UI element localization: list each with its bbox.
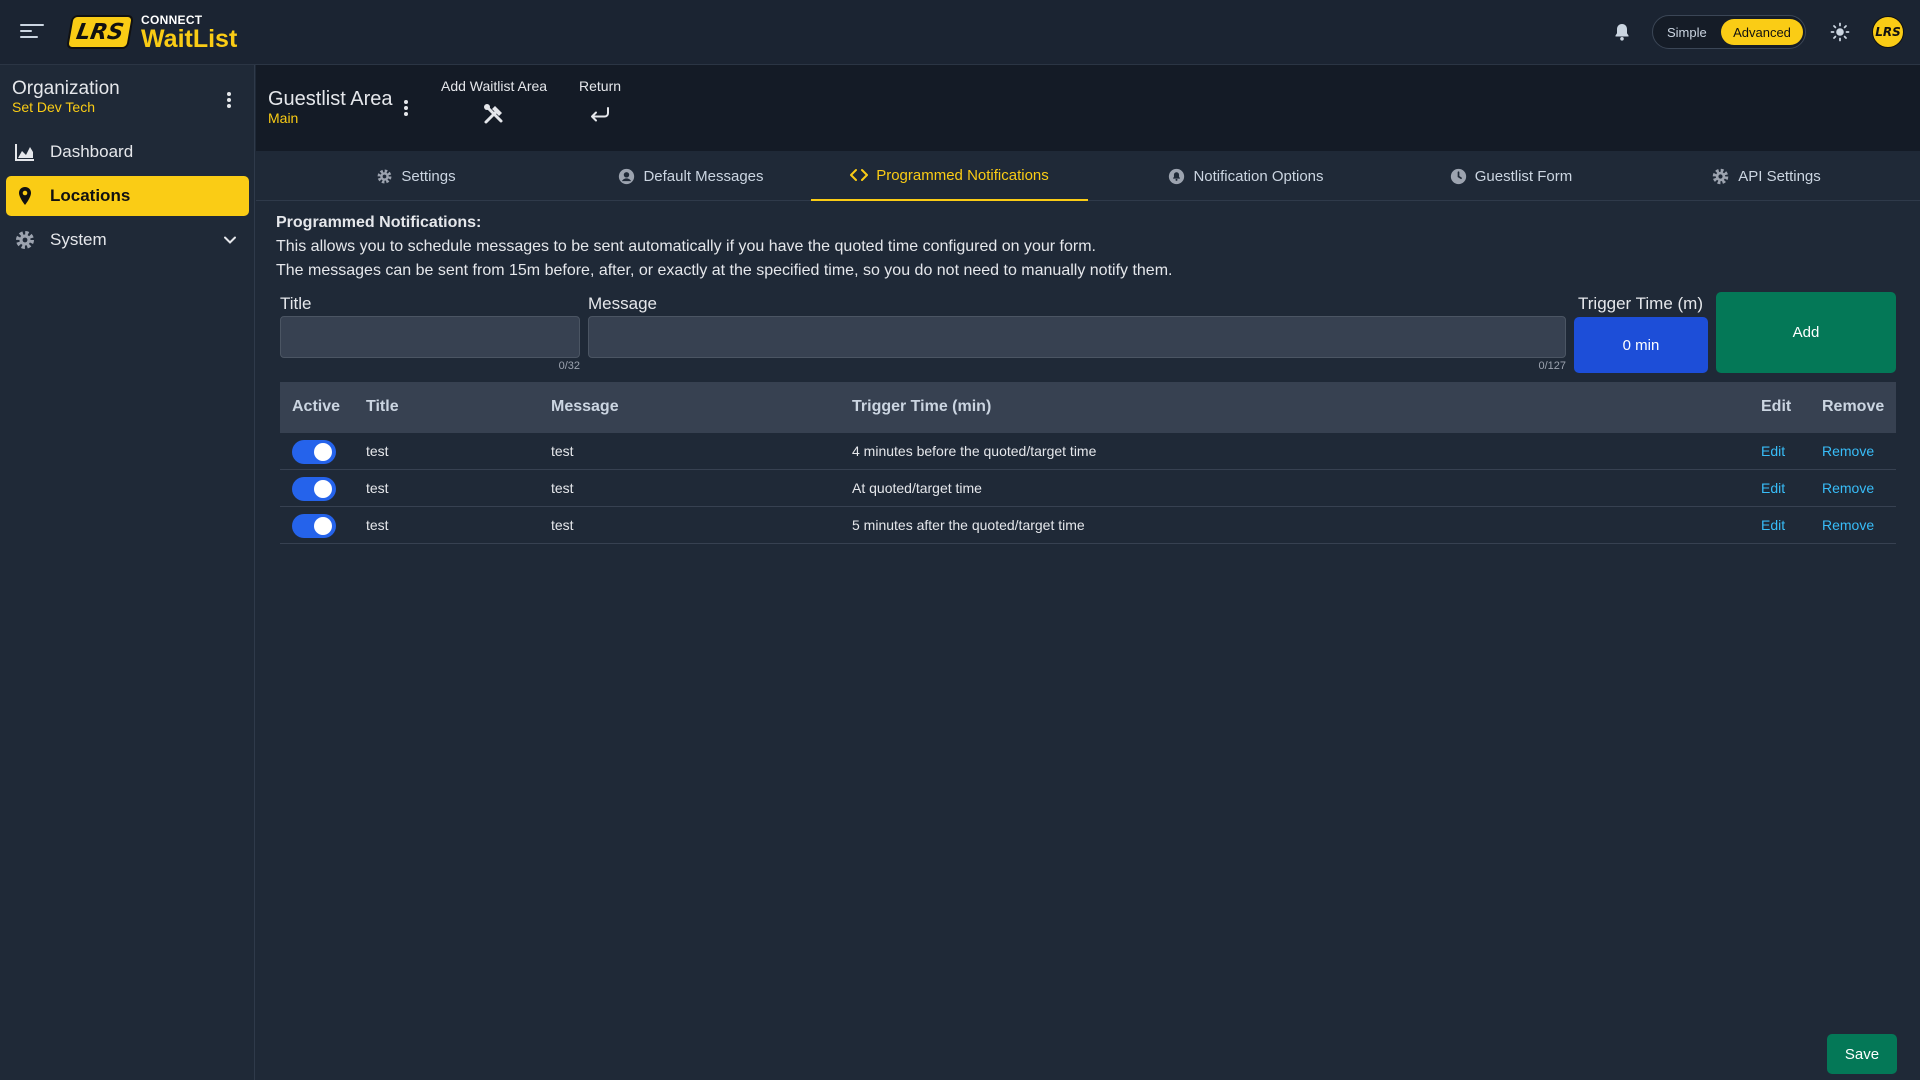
tab-label: Default Messages bbox=[643, 167, 764, 185]
title-label: Title bbox=[280, 294, 312, 313]
sidebar-item-dashboard[interactable]: Dashboard bbox=[6, 132, 249, 172]
active-toggle[interactable] bbox=[292, 440, 336, 464]
remove-link[interactable]: Remove bbox=[1822, 517, 1874, 533]
intro-line-1: This allows you to schedule messages to … bbox=[276, 238, 1096, 255]
save-button[interactable]: Save bbox=[1827, 1034, 1897, 1074]
table-header: Active Title Message Trigger Time (min) … bbox=[280, 382, 1896, 433]
table-row: test test 4 minutes before the quoted/ta… bbox=[280, 433, 1896, 470]
row-title: test bbox=[366, 517, 389, 533]
tab-default-messages[interactable]: Default Messages bbox=[566, 151, 816, 201]
row-title: test bbox=[366, 443, 389, 459]
active-toggle[interactable] bbox=[292, 514, 336, 538]
edit-link[interactable]: Edit bbox=[1761, 443, 1785, 459]
tab-notification-options[interactable]: Notification Options bbox=[1121, 151, 1371, 201]
notifications-table: Active Title Message Trigger Time (min) … bbox=[280, 382, 1896, 544]
area-subtitle: Main bbox=[268, 110, 299, 126]
area-title: Guestlist Area bbox=[268, 88, 393, 110]
avatar-text: LRS bbox=[1875, 25, 1901, 39]
row-message: test bbox=[551, 480, 574, 496]
message-label: Message bbox=[588, 294, 657, 313]
org-title: Organization bbox=[12, 78, 120, 99]
hamburger-menu-icon[interactable] bbox=[20, 20, 44, 44]
add-button[interactable]: Add bbox=[1716, 292, 1896, 373]
tools-icon bbox=[484, 104, 503, 124]
tab-label: Settings bbox=[401, 167, 456, 185]
org-subtitle: Set Dev Tech bbox=[12, 99, 96, 115]
tab-label: API Settings bbox=[1738, 167, 1821, 185]
header-message: Message bbox=[551, 398, 619, 415]
tab-programmed-notifications[interactable]: Programmed Notifications bbox=[811, 151, 1088, 201]
sidebar: Organization Set Dev Tech Dashboard Loca… bbox=[0, 65, 255, 1080]
brand-name: WaitList bbox=[141, 25, 238, 53]
header-active: Active bbox=[292, 398, 341, 415]
chevron-down-icon[interactable] bbox=[222, 232, 238, 248]
tab-label: Programmed Notifications bbox=[876, 166, 1049, 184]
view-mode-toggle: Simple Advanced bbox=[1652, 15, 1806, 49]
table-row: test test 5 minutes after the quoted/tar… bbox=[280, 507, 1896, 544]
row-trigger: 4 minutes before the quoted/target time bbox=[852, 443, 1097, 459]
map-pin-icon bbox=[19, 187, 31, 205]
org-more-icon[interactable] bbox=[226, 91, 232, 109]
gear-icon bbox=[16, 231, 34, 249]
row-trigger: 5 minutes after the quoted/target time bbox=[852, 517, 1085, 533]
tab-api-settings[interactable]: API Settings bbox=[1666, 151, 1866, 201]
message-counter: 0/127 bbox=[1538, 360, 1566, 372]
row-trigger: At quoted/target time bbox=[852, 480, 982, 496]
edit-link[interactable]: Edit bbox=[1761, 480, 1785, 496]
intro-heading: Programmed Notifications: bbox=[276, 214, 482, 231]
active-toggle[interactable] bbox=[292, 477, 336, 501]
gear-icon bbox=[1712, 168, 1729, 184]
intro-line-2: The messages can be sent from 15m before… bbox=[276, 262, 1173, 279]
sidebar-item-label: Locations bbox=[50, 186, 131, 205]
return-label: Return bbox=[579, 78, 622, 94]
user-circle-icon bbox=[619, 168, 635, 184]
row-message: test bbox=[551, 517, 574, 533]
remove-link[interactable]: Remove bbox=[1822, 480, 1874, 496]
mode-simple-option[interactable]: Simple bbox=[1667, 25, 1707, 40]
tab-guestlist-form[interactable]: Guestlist Form bbox=[1406, 151, 1616, 201]
logo: LRS bbox=[66, 15, 134, 49]
tab-label: Notification Options bbox=[1193, 167, 1324, 185]
bell-circle-icon bbox=[1169, 168, 1185, 184]
return-button[interactable]: Return bbox=[579, 78, 621, 131]
message-input[interactable] bbox=[588, 316, 1566, 358]
avatar[interactable]: LRS bbox=[1872, 16, 1904, 48]
top-bar: LRS CONNECT WaitList Simple Advanced LRS bbox=[0, 0, 1920, 65]
sidebar-item-label: Dashboard bbox=[50, 142, 134, 161]
sidebar-item-label: System bbox=[50, 230, 107, 249]
row-title: test bbox=[366, 480, 389, 496]
trigger-time-label: Trigger Time (m) bbox=[1578, 294, 1703, 313]
chart-icon bbox=[15, 144, 34, 161]
tab-bar: Settings Default Messages Programmed Not… bbox=[256, 151, 1920, 201]
title-counter: 0/32 bbox=[558, 360, 580, 372]
tab-label: Guestlist Form bbox=[1474, 167, 1573, 185]
header-remove: Remove bbox=[1822, 398, 1885, 415]
add-waitlist-area-button[interactable]: Add Waitlist Area bbox=[441, 78, 547, 131]
gear-icon bbox=[377, 169, 392, 183]
clock-icon bbox=[1450, 168, 1466, 184]
return-icon bbox=[591, 107, 610, 122]
logo-text: LRS bbox=[74, 19, 126, 45]
sidebar-item-system[interactable]: System bbox=[6, 220, 249, 260]
table-row: test test At quoted/target time Edit Rem… bbox=[280, 470, 1896, 507]
edit-link[interactable]: Edit bbox=[1761, 517, 1785, 533]
sidebar-item-locations[interactable]: Locations bbox=[6, 176, 249, 216]
intro-text: Programmed Notifications: This allows yo… bbox=[276, 211, 1172, 283]
row-message: test bbox=[551, 443, 574, 459]
trigger-time-button[interactable]: 0 min bbox=[1574, 317, 1708, 373]
bell-icon[interactable] bbox=[1612, 22, 1632, 42]
header-title: Title bbox=[366, 398, 399, 415]
code-icon bbox=[850, 169, 869, 181]
header-trigger-time: Trigger Time (min) bbox=[852, 398, 992, 415]
add-waitlist-area-label: Add Waitlist Area bbox=[441, 78, 548, 94]
sun-icon[interactable] bbox=[1830, 22, 1850, 42]
mode-advanced-option[interactable]: Advanced bbox=[1721, 19, 1803, 45]
header-edit: Edit bbox=[1761, 398, 1792, 415]
area-more-icon[interactable] bbox=[403, 100, 409, 118]
area-header: Guestlist Area Main Add Waitlist Area Re… bbox=[256, 65, 1920, 151]
title-input[interactable] bbox=[280, 316, 580, 358]
remove-link[interactable]: Remove bbox=[1822, 443, 1874, 459]
tab-settings[interactable]: Settings bbox=[316, 151, 516, 201]
